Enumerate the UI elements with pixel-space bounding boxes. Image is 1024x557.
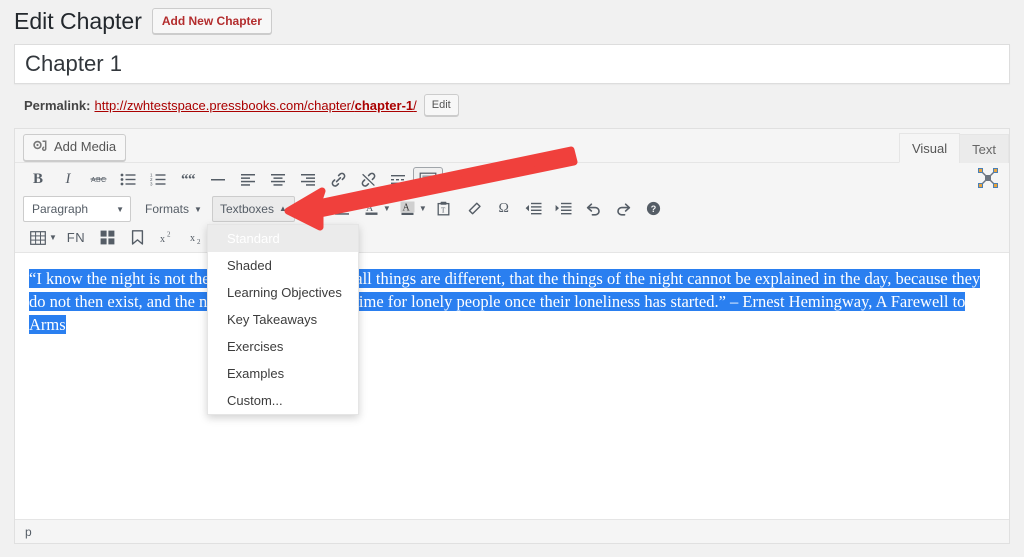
horizontal-rule-button[interactable]: [203, 167, 233, 193]
svg-text:T: T: [441, 206, 446, 214]
chevron-up-icon: ▲: [279, 205, 287, 213]
menu-item-custom[interactable]: Custom...: [208, 387, 358, 414]
editor-toolbar: B I ABC 123 ““: [15, 163, 1009, 252]
paste-as-text-button[interactable]: T: [429, 196, 459, 222]
keyboard-shortcuts-button[interactable]: ?: [639, 196, 669, 222]
fullscreen-button[interactable]: [973, 166, 1003, 192]
textboxes-dropdown-menu[interactable]: Standard Shaded Learning Objectives Key …: [207, 224, 359, 415]
menu-item-learning-objectives[interactable]: Learning Objectives: [208, 279, 358, 306]
redo-button[interactable]: [609, 196, 639, 222]
formats-menu-button[interactable]: Formats ▼: [137, 196, 210, 222]
anchor-bookmark-button[interactable]: [123, 225, 153, 251]
decrease-indent-button[interactable]: [519, 196, 549, 222]
editor-content-area[interactable]: “I know the night is not the same as the…: [15, 252, 1009, 519]
toolbar-row-1: B I ABC 123 ““: [19, 165, 1007, 194]
textboxes-menu-label: Textboxes: [220, 202, 274, 216]
underline-button[interactable]: U: [297, 196, 327, 222]
blockquote-button[interactable]: ““: [173, 167, 203, 193]
permalink-url-prefix: http://zwhtestspace.pressbooks.com/chapt…: [94, 98, 354, 113]
page-title: Edit Chapter: [14, 7, 152, 36]
formats-menu-label: Formats: [145, 202, 189, 216]
undo-button[interactable]: [579, 196, 609, 222]
menu-item-exercises[interactable]: Exercises: [208, 333, 358, 360]
glossary-button[interactable]: [93, 225, 123, 251]
paragraph-format-select[interactable]: Paragraph ▼: [23, 196, 131, 222]
menu-item-key-takeaways[interactable]: Key Takeaways: [208, 306, 358, 333]
svg-text:x: x: [160, 234, 165, 245]
svg-text:3: 3: [150, 182, 153, 186]
insert-page-break-button[interactable]: [413, 167, 443, 193]
add-new-chapter-button[interactable]: Add New Chapter: [152, 8, 272, 34]
increase-indent-button[interactable]: [549, 196, 579, 222]
footnote-button[interactable]: FN: [59, 225, 93, 251]
tab-text[interactable]: Text: [959, 134, 1009, 163]
svg-text:2: 2: [167, 231, 171, 239]
svg-text:x: x: [190, 233, 195, 244]
toolbar-row-3: ▼ FN x2 x2: [19, 223, 1007, 252]
permalink-label: Permalink:: [24, 98, 90, 113]
insert-read-more-button[interactable]: [383, 167, 413, 193]
menu-item-shaded[interactable]: Shaded: [208, 252, 358, 279]
background-color-chevron-down-icon[interactable]: ▼: [419, 204, 427, 213]
toolbar-row-2: Paragraph ▼ Formats ▼ Textboxes ▲ U A ▼: [19, 194, 1007, 223]
paragraph-format-value: Paragraph: [32, 202, 88, 216]
media-icon: [33, 140, 49, 154]
bullet-list-button[interactable]: [113, 167, 143, 193]
table-chevron-down-icon[interactable]: ▼: [49, 233, 57, 242]
editor-wrapper: Add Media Visual Text B I ABC 123 ““: [14, 128, 1010, 544]
numbered-list-button[interactable]: 123: [143, 167, 173, 193]
justify-button[interactable]: [327, 196, 357, 222]
permalink-row: Permalink: http://zwhtestspace.pressbook…: [14, 84, 1010, 125]
special-character-button[interactable]: Ω: [489, 196, 519, 222]
menu-item-examples[interactable]: Examples: [208, 360, 358, 387]
align-left-button[interactable]: [233, 167, 263, 193]
chapter-title-input[interactable]: [15, 45, 1009, 83]
svg-text:ABC: ABC: [91, 177, 106, 184]
permalink-url-slug: chapter-1: [355, 98, 414, 113]
editor-paragraph[interactable]: “I know the night is not the same as the…: [29, 267, 991, 336]
fullscreen-icon: [978, 168, 998, 191]
add-media-button[interactable]: Add Media: [23, 134, 126, 161]
clear-formatting-button[interactable]: [459, 196, 489, 222]
menu-item-standard[interactable]: Standard: [208, 225, 358, 252]
editor-statusbar: p: [15, 519, 1009, 543]
remove-link-button[interactable]: [353, 167, 383, 193]
align-right-button[interactable]: [293, 167, 323, 193]
media-and-tabs-row: Add Media Visual Text: [15, 129, 1009, 163]
svg-text:A: A: [366, 203, 374, 214]
chevron-down-icon: ▼: [194, 206, 202, 214]
permalink-url-suffix: /: [413, 98, 417, 113]
svg-text:U: U: [307, 204, 315, 215]
textboxes-menu-button[interactable]: Textboxes ▲: [212, 196, 295, 222]
svg-text:A: A: [403, 203, 411, 214]
page-header: Edit Chapter Add New Chapter: [0, 0, 1024, 44]
tab-visual[interactable]: Visual: [899, 133, 960, 163]
editor-mode-tabs: Visual Text: [900, 137, 1009, 162]
svg-text:“: “: [188, 173, 196, 186]
insert-link-button[interactable]: [323, 167, 353, 193]
title-field-wrapper: [14, 44, 1010, 84]
element-path[interactable]: p: [25, 525, 32, 539]
italic-button[interactable]: I: [53, 167, 83, 193]
svg-text:?: ?: [651, 204, 657, 214]
svg-text:2: 2: [197, 238, 201, 245]
add-media-label: Add Media: [54, 138, 116, 156]
permalink-link[interactable]: http://zwhtestspace.pressbooks.com/chapt…: [94, 98, 416, 113]
text-color-chevron-down-icon[interactable]: ▼: [383, 204, 391, 213]
chevron-down-icon: ▼: [116, 206, 124, 214]
align-center-button[interactable]: [263, 167, 293, 193]
selected-text[interactable]: “I know the night is not the same as the…: [29, 269, 980, 334]
bold-button[interactable]: B: [23, 167, 53, 193]
permalink-edit-button[interactable]: Edit: [424, 94, 459, 116]
superscript-button[interactable]: x2: [153, 225, 183, 251]
footnote-label: FN: [67, 230, 85, 245]
strikethrough-button[interactable]: ABC: [83, 167, 113, 193]
